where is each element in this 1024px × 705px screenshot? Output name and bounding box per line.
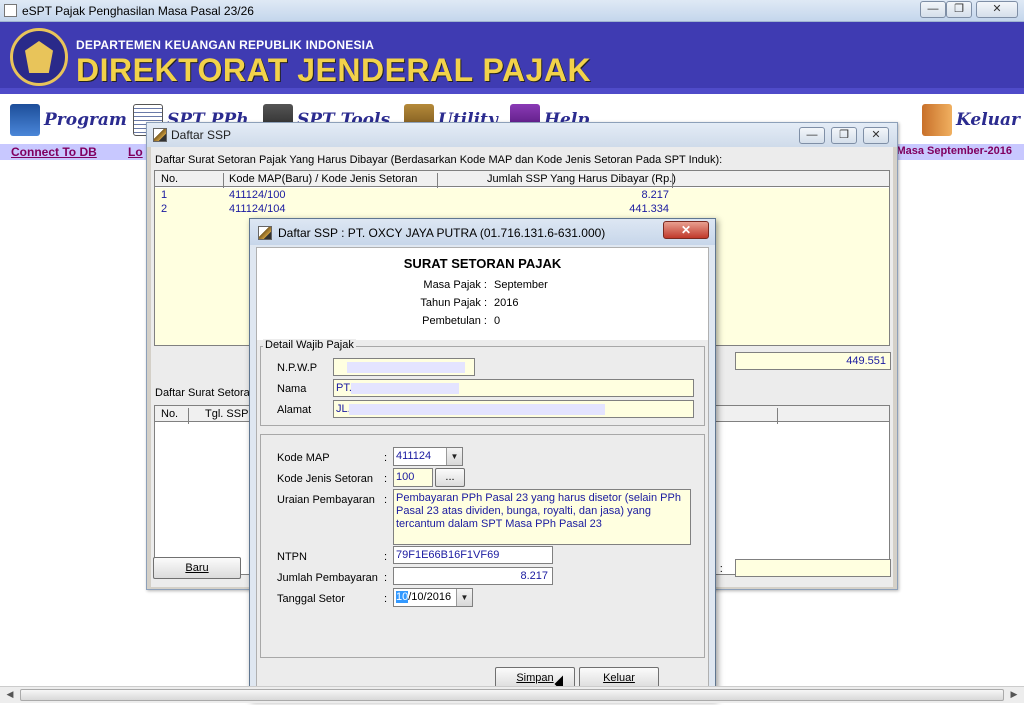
jumlah-label: Jumlah Pembayaran bbox=[277, 572, 378, 584]
row-jumlah: 441.334 bbox=[629, 203, 669, 215]
bottom-field bbox=[735, 559, 891, 577]
tahun-label: Tahun Pajak : bbox=[420, 297, 487, 309]
uraian-label: Uraian Pembayaran bbox=[277, 494, 375, 506]
menu-program-label: Program bbox=[44, 110, 127, 130]
colon: : bbox=[384, 473, 388, 485]
kode-jenis-label: Kode Jenis Setoran bbox=[277, 473, 374, 485]
tahun-value: 2016 bbox=[494, 297, 519, 309]
masa-value: September bbox=[494, 279, 548, 291]
alamat-label: Alamat bbox=[277, 404, 312, 416]
menu-keluar[interactable]: Keluar bbox=[922, 100, 1020, 140]
ssp-maximize-button[interactable]: ❐ bbox=[831, 127, 857, 144]
simpan-label: Simpan bbox=[516, 672, 554, 684]
masa-label: Masa Pajak : bbox=[423, 279, 487, 291]
dialog-title: Daftar SSP : PT. OXCY JAYA PUTRA (01.716… bbox=[278, 226, 606, 240]
maximize-button[interactable]: ❐ bbox=[946, 1, 972, 18]
app-title: eSPT Pajak Penghasilan Masa Pasal 23/26 bbox=[22, 4, 254, 18]
row-no: 2 bbox=[161, 203, 168, 215]
exit-door-icon bbox=[922, 104, 952, 136]
scroll-left-icon[interactable]: ◀ bbox=[3, 689, 17, 700]
program-icon bbox=[10, 104, 40, 136]
row-no: 1 bbox=[161, 189, 168, 201]
nama-label: Nama bbox=[277, 383, 307, 395]
kode-map-label: Kode MAP bbox=[277, 452, 330, 464]
department-name: DEPARTEMEN KEUANGAN REPUBLIK INDONESIA bbox=[76, 38, 375, 52]
tanggal-rest: /10/2016 bbox=[408, 591, 452, 603]
tanggal-label: Tanggal Setor bbox=[277, 593, 345, 605]
app-icon bbox=[4, 4, 17, 17]
menu-program[interactable]: Program bbox=[10, 100, 127, 140]
kode-map-value: 411124 bbox=[396, 450, 432, 462]
col-kode: Kode MAP(Baru) / Kode Jenis Setoran bbox=[229, 173, 418, 185]
col-jumlah: Jumlah SSP Yang Harus Dibayar (Rp.) bbox=[487, 173, 676, 185]
ssp-table-header: No. Kode MAP(Baru) / Kode Jenis Setoran … bbox=[155, 171, 889, 189]
total-field: 449.551 bbox=[735, 352, 891, 370]
alamat-redacted bbox=[349, 404, 605, 415]
minimize-button[interactable]: — bbox=[920, 1, 946, 18]
ntpn-label: NTPN bbox=[277, 551, 307, 563]
pencil-icon bbox=[258, 226, 272, 240]
detail-group-title: Detail Wajib Pajak bbox=[263, 339, 356, 351]
colon: : bbox=[384, 452, 388, 464]
connect-db-link[interactable]: Connect To DB bbox=[11, 145, 97, 159]
dialog-close-button[interactable]: ✕ bbox=[663, 221, 709, 239]
colon: : bbox=[384, 551, 388, 563]
npwp-label: N.P.W.P bbox=[277, 362, 318, 374]
kode-map-select[interactable]: 411124 ▼ bbox=[393, 447, 463, 466]
col-no-bottom: No. bbox=[161, 408, 179, 420]
daftar-ssp-title: Daftar SSP bbox=[171, 128, 232, 142]
col-no: No. bbox=[161, 173, 179, 185]
pembetulan-value: 0 bbox=[494, 315, 501, 327]
masa-period: Masa September-2016 bbox=[896, 145, 1012, 157]
banner: DEPARTEMEN KEUANGAN REPUBLIK INDONESIA D… bbox=[0, 22, 1024, 94]
horizontal-scrollbar[interactable]: ◀ ▶ bbox=[0, 686, 1024, 703]
colon: : bbox=[384, 494, 388, 506]
scroll-right-icon[interactable]: ▶ bbox=[1007, 689, 1021, 700]
colon: : bbox=[384, 593, 388, 605]
chevron-down-icon[interactable]: ▼ bbox=[456, 589, 472, 606]
djp-logo bbox=[10, 28, 68, 86]
ntpn-field[interactable]: 79F1E66B16F1VF69 bbox=[393, 546, 553, 564]
app-titlebar: eSPT Pajak Penghasilan Masa Pasal 23/26 … bbox=[0, 0, 1024, 22]
uraian-field[interactable]: Pembayaran PPh Pasal 23 yang harus diset… bbox=[393, 489, 691, 545]
colon: : bbox=[384, 572, 388, 584]
scrollbar-thumb[interactable] bbox=[20, 689, 1004, 701]
nama-redacted bbox=[351, 383, 459, 394]
tanggal-day-selected: 10 bbox=[396, 591, 409, 603]
surat-setoran-dialog: Daftar SSP : PT. OXCY JAYA PUTRA (01.716… bbox=[249, 218, 716, 700]
directorate-name: DIREKTORAT JENDERAL PAJAK bbox=[76, 52, 592, 88]
ssp-caption-top: Daftar Surat Setoran Pajak Yang Harus Di… bbox=[155, 154, 723, 166]
table-row[interactable]: 2 411124/104 441.334 bbox=[155, 202, 889, 216]
tanggal-setor-datepicker[interactable]: 10/10/2016 ▼ bbox=[393, 588, 473, 607]
col-tgl-ssp: Tgl. SSP bbox=[205, 408, 249, 420]
baru-label: Baru bbox=[185, 562, 209, 574]
menu-keluar-label: Keluar bbox=[956, 110, 1021, 130]
daftar-ssp-titlebar: Daftar SSP — ❐ ✕ bbox=[147, 123, 897, 147]
page-title: SURAT SETORAN PAJAK bbox=[403, 256, 562, 271]
table-row[interactable]: 1 411124/100 8.217 bbox=[155, 188, 889, 202]
close-button[interactable]: ✕ bbox=[976, 1, 1018, 18]
jumlah-field[interactable]: 8.217 bbox=[393, 567, 553, 585]
npwp-redacted bbox=[347, 362, 465, 373]
kode-jenis-field[interactable]: 100 bbox=[393, 468, 433, 487]
ssp-minimize-button[interactable]: — bbox=[799, 127, 825, 144]
keluar-label: Keluar bbox=[603, 672, 635, 684]
row-jumlah: 8.217 bbox=[641, 189, 669, 201]
row-kode: 411124/104 bbox=[229, 203, 286, 215]
row-kode: 411124/100 bbox=[229, 189, 286, 201]
ssp-close-button[interactable]: ✕ bbox=[863, 127, 889, 144]
dialog-titlebar: Daftar SSP : PT. OXCY JAYA PUTRA (01.716… bbox=[250, 219, 715, 245]
browse-kode-jenis-button[interactable]: ... bbox=[435, 468, 465, 487]
lo-link[interactable]: Lo bbox=[128, 145, 143, 159]
pembetulan-label: Pembetulan : bbox=[422, 315, 487, 327]
pencil-icon bbox=[153, 128, 167, 142]
ssp-caption-bottom: Daftar Surat Setora bbox=[155, 387, 250, 399]
baru-button[interactable]: Baru bbox=[153, 557, 241, 579]
chevron-down-icon[interactable]: ▼ bbox=[446, 448, 462, 465]
